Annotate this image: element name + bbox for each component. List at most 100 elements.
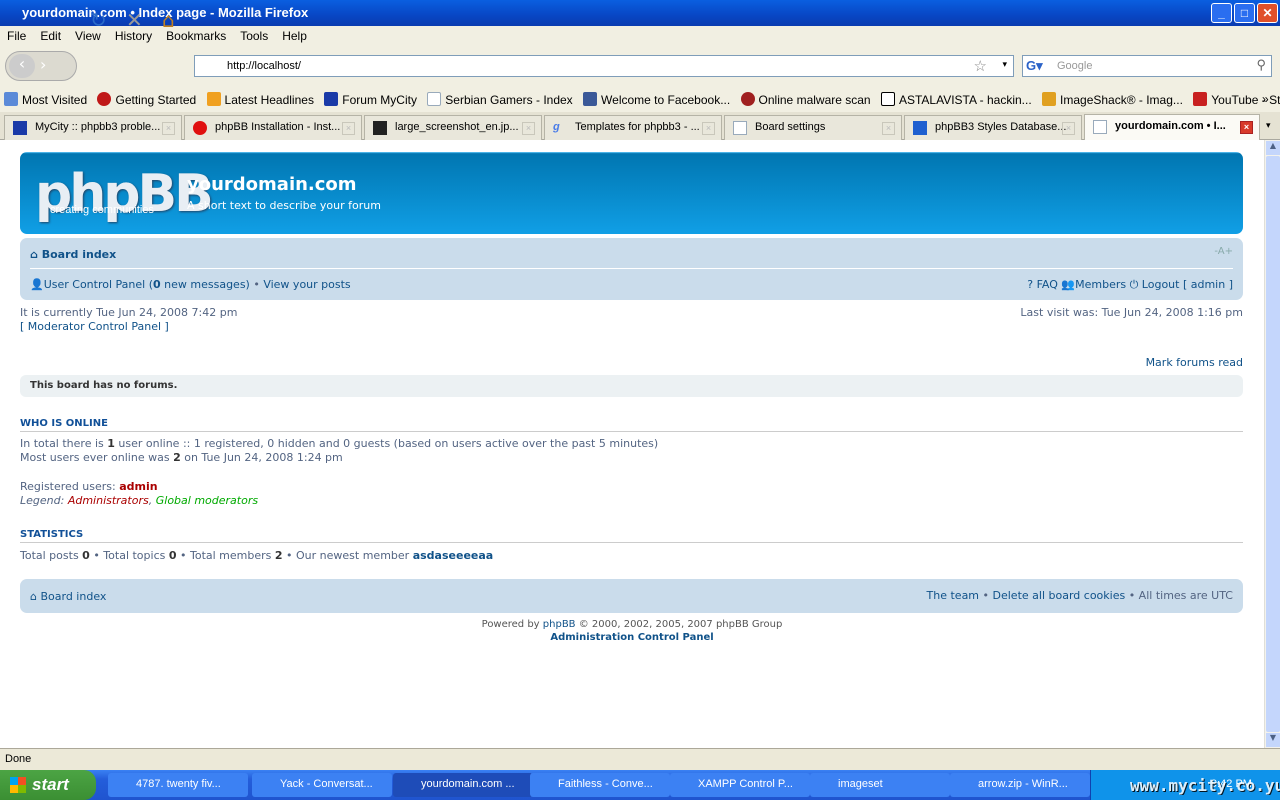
star-icon[interactable]: ☆ [974, 57, 987, 75]
tab-board-settings[interactable]: Board settings × [724, 115, 902, 140]
menu-help[interactable]: Help [275, 26, 314, 43]
page-icon [427, 92, 442, 106]
bookmark-forum-mycity[interactable]: Forum MyCity [324, 92, 417, 107]
bookmark-getting-started[interactable]: Getting Started [97, 92, 196, 107]
task-winrar[interactable]: arrow.zip - WinR... [950, 773, 1090, 797]
task-winamp[interactable]: 4787. twenty fiv... [108, 773, 248, 797]
view-posts-link[interactable]: View your posts [263, 278, 350, 291]
scroll-up-button[interactable]: ▲ [1266, 141, 1280, 155]
scroll-down-button[interactable]: ▼ [1266, 733, 1280, 747]
stop-icon[interactable]: ✕ [126, 8, 143, 32]
facebook-icon [583, 92, 598, 106]
acp-link-wrap: Administration Control Panel [0, 632, 1264, 643]
page-icon [733, 121, 747, 135]
phpbb-link[interactable]: phpBB [543, 619, 576, 630]
start-button[interactable]: start [0, 770, 96, 800]
folder-icon [4, 92, 18, 106]
tab-yourdomain[interactable]: yourdomain.com • I... × [1084, 114, 1260, 140]
status-bar: Done [0, 748, 1280, 770]
task-yack[interactable]: Yack - Conversat... [252, 773, 392, 797]
search-placeholder: Google [1057, 60, 1093, 72]
task-imageset[interactable]: imageset [810, 773, 950, 797]
breadcrumb[interactable]: ⌂ Board index [30, 248, 116, 261]
tab-favicon [913, 121, 927, 135]
reload-icon[interactable]: ↻ [90, 8, 107, 32]
font-size-toggle[interactable]: -A+ [1214, 246, 1233, 257]
scroll-thumb[interactable] [1266, 156, 1280, 732]
menu-tools[interactable]: Tools [233, 26, 275, 43]
statistics-heading: STATISTICS [20, 529, 1243, 543]
footer-board-index-link[interactable]: ⌂ Board index [30, 590, 106, 603]
url-bar[interactable]: http://localhost/ ☆ ▾ [194, 55, 1014, 77]
acp-link[interactable]: Administration Control Panel [550, 632, 713, 643]
home-icon: ⌂ [30, 590, 41, 603]
astalavista-icon [880, 92, 895, 106]
tab-close-icon[interactable]: × [162, 122, 175, 135]
vertical-scrollbar[interactable]: ▲ ▼ [1264, 140, 1280, 748]
home-icon: ⌂ [30, 248, 42, 261]
maximize-button[interactable]: □ [1234, 3, 1255, 23]
user-links: ? FAQ 👥Members ⏻ Logout [ admin ] [1027, 278, 1233, 292]
close-button[interactable]: ✕ [1257, 3, 1278, 23]
members-link[interactable]: 👥Members [1061, 278, 1126, 291]
forward-button[interactable]: › [40, 55, 46, 74]
bookmark-malware-scan[interactable]: Online malware scan [740, 92, 871, 107]
firefox-icon [97, 92, 112, 106]
logout-link[interactable]: ⏻ Logout [ admin ] [1130, 278, 1233, 291]
user-admin-link[interactable]: admin [119, 480, 157, 493]
site-name: yourdomain.com [187, 174, 357, 195]
tab-list-button[interactable]: ▾ [1266, 120, 1271, 131]
tab-close-icon[interactable]: × [702, 122, 715, 135]
magnifier-icon[interactable]: ⚲ [1256, 57, 1266, 73]
bookmark-most-visited[interactable]: Most Visited [4, 92, 87, 107]
mcp-link[interactable]: [ Moderator Control Panel ] [20, 320, 169, 333]
tab-close-icon[interactable]: × [522, 122, 535, 135]
delete-cookies-link[interactable]: Delete all board cookies [993, 589, 1126, 602]
bookmark-imageshack[interactable]: ImageShack® - Imag... [1042, 92, 1183, 107]
minimize-button[interactable]: _ [1211, 3, 1232, 23]
taskbar: start 4787. twenty fiv... Yack - Convers… [0, 770, 1280, 800]
tab-close-icon[interactable]: × [342, 122, 355, 135]
tab-phpbb-installation[interactable]: phpBB Installation - Inst... × [184, 115, 362, 140]
search-input[interactable]: G▾ Google ⚲ [1022, 55, 1272, 77]
bookmark-astalavista[interactable]: ASTALAVISTA - hackin... [880, 92, 1032, 107]
menu-edit[interactable]: Edit [33, 26, 68, 43]
footer-navbar: ⌂ Board index The team • Delete all boar… [20, 579, 1243, 613]
footer-links: The team • Delete all board cookies • Al… [926, 589, 1233, 602]
tab-close-icon[interactable]: × [1240, 121, 1253, 134]
tab-large-screenshot[interactable]: large_screenshot_en.jp... × [364, 115, 542, 140]
bookmark-serbian-gamers[interactable]: Serbian Gamers - Index [427, 92, 573, 107]
mark-forums-read-link[interactable]: Mark forums read [1146, 356, 1243, 369]
site-description: A short text to describe your forum [187, 199, 381, 212]
legend-global-moderators[interactable]: Global moderators [156, 494, 258, 507]
divider [30, 268, 1233, 269]
online-summary: In total there is 1 user online :: 1 reg… [20, 437, 659, 450]
bookmark-facebook[interactable]: Welcome to Facebook... [583, 92, 730, 107]
back-button[interactable]: ‹ [9, 54, 35, 78]
tab-templates[interactable]: g Templates for phpbb3 - ... × [544, 115, 722, 140]
task-faithless[interactable]: Faithless - Conve... [530, 773, 670, 797]
tab-close-icon[interactable]: × [1062, 122, 1075, 135]
tab-close-icon[interactable]: × [882, 122, 895, 135]
task-firefox[interactable]: yourdomain.com ... [393, 773, 533, 797]
faq-link[interactable]: ? FAQ [1027, 278, 1058, 291]
task-xampp[interactable]: XAMPP Control P... [670, 773, 810, 797]
menu-file[interactable]: File [0, 26, 33, 43]
forum-header: phpBB creating communities yourdomain.co… [20, 152, 1243, 234]
tab-bar: MyCity :: phpbb3 proble... × phpBB Instal… [0, 112, 1280, 140]
dropdown-icon[interactable]: ▾ [1002, 59, 1007, 70]
team-link[interactable]: The team [927, 589, 980, 602]
no-forums-notice: This board has no forums. [20, 375, 1243, 397]
home-icon[interactable]: ⌂ [162, 8, 175, 32]
online-record: Most users ever online was 2 on Tue Jun … [20, 451, 343, 464]
statistics-text: Total posts 0 • Total topics 0 • Total m… [20, 549, 494, 562]
tab-mycity[interactable]: MyCity :: phpbb3 proble... × [4, 115, 182, 140]
newest-member-link[interactable]: asdaseeeeaa [413, 549, 494, 562]
youtube-icon [1193, 92, 1208, 106]
google-icon[interactable]: G▾ [1026, 58, 1043, 74]
ucp-link[interactable]: User Control Panel (0 new messages) [44, 278, 250, 291]
bookmarks-overflow-button[interactable]: » [1262, 92, 1269, 106]
bookmark-latest-headlines[interactable]: Latest Headlines [206, 92, 314, 107]
tab-styles-database[interactable]: phpBB3 Styles Database... × [904, 115, 1082, 140]
legend-administrators[interactable]: Administrators [68, 494, 149, 507]
